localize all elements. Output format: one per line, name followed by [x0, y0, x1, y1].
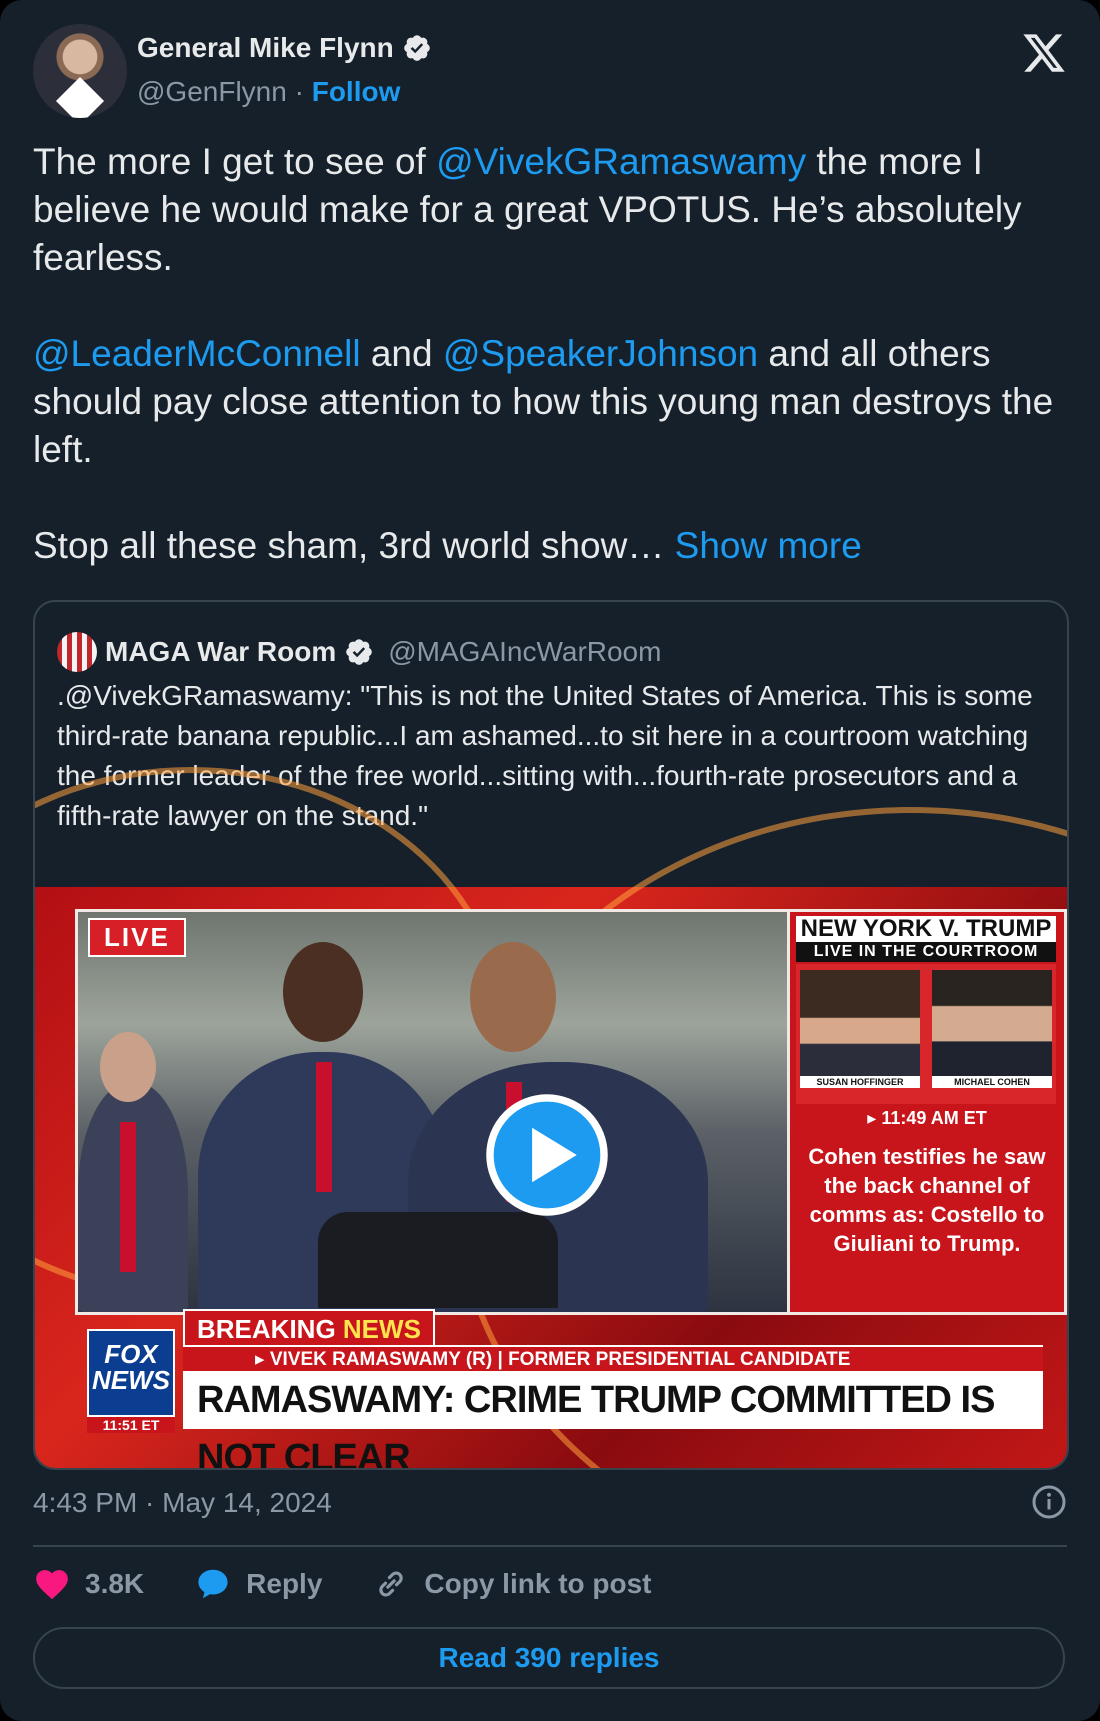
side-panel-photos: SUSAN HOFFINGER MICHAEL COHEN [796, 964, 1056, 1104]
side-panel-time: ▸ 11:49 AM ET [867, 1108, 987, 1128]
breaking-news-tag: BREAKING NEWS [183, 1309, 435, 1347]
show-more-link[interactable]: Show more [675, 525, 862, 566]
reply-button[interactable]: Reply [194, 1565, 322, 1603]
side-panel: NEW YORK V. TRUMP LIVE IN THE COURTROOM … [787, 909, 1067, 1315]
live-tag: LIVE [88, 918, 186, 957]
person-head [470, 942, 556, 1052]
like-button[interactable]: 3.8K [33, 1565, 144, 1603]
lower-third-subtitle: ▸ VIVEK RAMASWAMY (R) | FORMER PRESIDENT… [183, 1345, 1043, 1371]
person-head [100, 1032, 156, 1102]
verified-badge-icon [403, 35, 430, 61]
fox-logo-line2: NEWS [92, 1365, 170, 1395]
author-name-row: General Mike Flynn [137, 32, 432, 64]
video-player[interactable]: LIVE NEW YORK V. TRUMP LIVE IN THE COURT… [35, 767, 1067, 1468]
quoted-author-handle: @MAGAIncWarRoom [388, 636, 662, 667]
author-handle-row: @GenFlynn · Follow [137, 76, 400, 108]
tweet-timestamp[interactable]: 4:43 PM · May 14, 2024 [33, 1487, 332, 1519]
lower-third-headline: RAMASWAMY: CRIME TRUMP COMMITTED IS NOT … [183, 1371, 1043, 1468]
fox-logo-line1: FOX [104, 1339, 158, 1369]
quoted-author-name: MAGA War Room [105, 636, 337, 667]
divider [33, 1545, 1067, 1547]
tweet-text-part: and [360, 333, 443, 374]
microphones [318, 1212, 558, 1308]
reply-label: Reply [246, 1568, 323, 1599]
tweet-header: General Mike Flynn @GenFlynn · Follow [33, 24, 1067, 122]
witness-photo: SUSAN HOFFINGER [800, 970, 920, 1088]
fox-time: 11:51 ET [87, 1417, 175, 1433]
follow-button[interactable]: Follow [312, 76, 401, 107]
mention-link[interactable]: @VivekGRamaswamy [436, 141, 806, 182]
play-button-icon[interactable] [485, 1093, 609, 1217]
mention-link[interactable]: @SpeakerJohnson [443, 333, 758, 374]
tweet-text: The more I get to see of @VivekGRamaswam… [33, 138, 1073, 570]
quoted-tweet-header: MAGA War Room @MAGAIncWarRoom [57, 632, 661, 672]
fox-news-logo: FOX NEWS [87, 1329, 175, 1417]
breaking-word: BREAKING [197, 1314, 336, 1344]
author-handle[interactable]: @GenFlynn [137, 76, 287, 107]
live-video-frame: LIVE [75, 909, 791, 1315]
heart-icon [36, 1570, 68, 1600]
quoted-tweet[interactable]: MAGA War Room @MAGAIncWarRoom .@VivekGRa… [33, 600, 1069, 1470]
person-head [283, 942, 363, 1042]
link-icon [379, 1571, 404, 1597]
verified-badge-icon [346, 639, 373, 665]
reply-bubble-icon [198, 1569, 228, 1599]
copy-link-button[interactable]: Copy link to post [372, 1565, 652, 1603]
witness-photo-label: MICHAEL COHEN [932, 1076, 1052, 1088]
tweet-text-part: The more I get to see of [33, 141, 437, 182]
witness-photo: MICHAEL COHEN [932, 970, 1052, 1088]
quoted-author-avatar [57, 632, 97, 672]
action-bar: 3.8K Reply Copy link to post [33, 1562, 702, 1606]
separator-dot: · [294, 76, 304, 107]
embedded-tweet-card: General Mike Flynn @GenFlynn · Follow Th… [0, 0, 1100, 1721]
like-count: 3.8K [85, 1568, 145, 1599]
mention-link[interactable]: @LeaderMcConnell [33, 333, 361, 374]
read-replies-button[interactable]: Read 390 replies [33, 1627, 1065, 1689]
side-panel-subtitle: LIVE IN THE COURTROOM [796, 942, 1056, 962]
x-logo-icon[interactable] [1021, 30, 1067, 76]
tie [316, 1062, 332, 1192]
author-display-name[interactable]: General Mike Flynn [137, 32, 394, 64]
side-panel-description: Cohen testifies he saw the back channel … [808, 1144, 1046, 1256]
tie [120, 1122, 136, 1272]
copy-link-label: Copy link to post [424, 1568, 652, 1599]
witness-photo-label: SUSAN HOFFINGER [800, 1076, 920, 1088]
news-word: NEWS [342, 1314, 421, 1344]
info-icon[interactable] [1031, 1484, 1067, 1520]
side-panel-title: NEW YORK V. TRUMP [796, 916, 1056, 942]
author-avatar[interactable] [33, 24, 127, 118]
